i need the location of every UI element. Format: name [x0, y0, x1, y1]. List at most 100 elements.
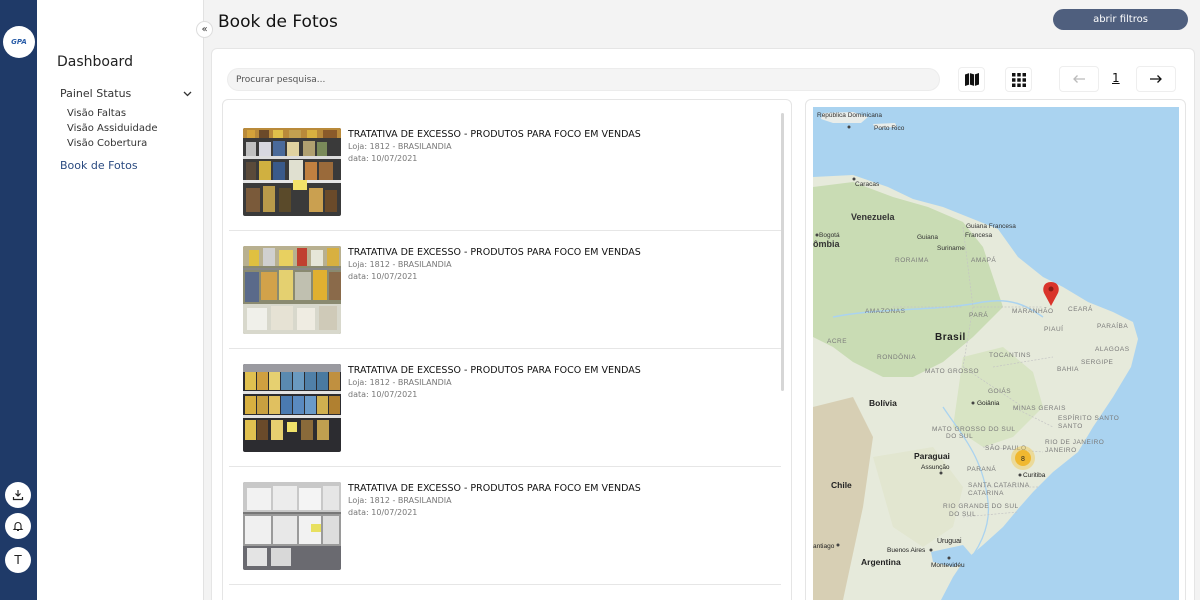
sidebar-group-label: Painel Status	[60, 87, 132, 100]
map-label-rondonia: RONDÔNIA	[877, 352, 916, 361]
map-label-piaui: PIAUÍ	[1044, 324, 1063, 333]
map-label-paraguai: Paraguai	[914, 451, 950, 461]
avatar-initial: T	[14, 553, 22, 567]
map-label-mato-grosso: MATO GROSSO	[925, 368, 979, 375]
map-label-bogota: Bogotá	[819, 232, 840, 239]
download-button[interactable]	[5, 482, 31, 508]
map-label-caracas: Caracas	[855, 181, 880, 188]
map-label-porto-rico: Porto Rico	[874, 125, 905, 132]
next-page-button[interactable]	[1136, 66, 1176, 92]
map-label-buenos-aires: Buenos Aires	[887, 547, 926, 554]
map-label-curitiba: Curitiba	[1023, 472, 1046, 479]
collapse-sidebar-button[interactable]: «	[196, 21, 213, 38]
map-label-ms: MATO GROSSO DO SUL	[932, 426, 1016, 433]
arrow-left-icon	[1073, 75, 1085, 83]
gpa-logo[interactable]: GPA	[3, 26, 35, 58]
item-store: Loja: 1812 - BRASILANDIA	[348, 142, 452, 151]
item-date: data: 10/07/2021	[348, 272, 418, 281]
photo-list-item[interactable]: TRATATIVA DE EXCESSO - PRODUTOS PARA FOC…	[229, 349, 781, 467]
photo-list-item[interactable]: TRATATIVA DE EXCESSO - PRODUTOS PARA FOC…	[229, 467, 781, 585]
map-view[interactable]: República Dominicana Porto Rico Caracas …	[813, 107, 1179, 600]
map-label-rio: RIO DE JANEIRO	[1045, 439, 1104, 446]
list-scrollbar[interactable]	[781, 113, 784, 391]
sidebar-group-painel-status[interactable]: Painel Status	[60, 87, 192, 100]
open-filters-button[interactable]: abrir filtros	[1053, 9, 1188, 30]
map-icon	[964, 73, 979, 86]
item-date: data: 10/07/2021	[348, 508, 418, 517]
svg-text:DO SUL: DO SUL	[946, 433, 973, 440]
map-label-maranhao: MARANHÃO	[1012, 306, 1054, 315]
item-title: TRATATIVA DE EXCESSO - PRODUTOS PARA FOC…	[348, 247, 641, 258]
map-label-goiania: Goiânia	[977, 400, 1000, 407]
map-label-bolivia: Bolívia	[869, 398, 897, 408]
map-label-roraima: RORAIMA	[895, 257, 929, 264]
map-label-paraiba: PARAÍBA	[1097, 321, 1128, 330]
map-label-bahia: BAHIA	[1057, 366, 1079, 373]
map-label-espirito: ESPÍRITO SANTO	[1058, 413, 1119, 422]
photo-list-item[interactable]: TRATATIVA DE EXCESSO - PRODUTOS PARA FOC…	[229, 231, 781, 349]
page-title: Book de Fotos	[218, 12, 338, 32]
map-label-santiago: antiago	[813, 543, 835, 550]
item-date: data: 10/07/2021	[348, 154, 418, 163]
previous-page-button[interactable]	[1059, 66, 1099, 92]
chevron-down-icon	[183, 91, 192, 96]
map-label-guiana: Guiana	[917, 234, 938, 241]
map-label-tocantins: TOCANTINS	[989, 352, 1031, 359]
double-chevron-left-icon: «	[201, 24, 208, 35]
svg-text:CATARINA: CATARINA	[968, 490, 1004, 497]
item-date: data: 10/07/2021	[348, 390, 418, 399]
arrow-right-icon	[1150, 75, 1162, 83]
item-title: TRATATIVA DE EXCESSO - PRODUTOS PARA FOC…	[348, 365, 641, 376]
svg-text:JANEIRO: JANEIRO	[1045, 447, 1077, 454]
map-label-goias: GOIÁS	[988, 386, 1011, 395]
item-title: TRATATIVA DE EXCESSO - PRODUTOS PARA FOC…	[348, 483, 641, 494]
svg-text:Francesa: Francesa	[965, 232, 992, 239]
item-store: Loja: 1812 - BRASILANDIA	[348, 260, 452, 269]
page-number: 1	[1112, 71, 1120, 85]
user-avatar[interactable]: T	[5, 547, 31, 573]
map-label-amapa: AMAPÁ	[971, 255, 996, 264]
app-rail: GPA T	[0, 0, 37, 600]
map-label-guiana-fr: Guiana Francesa	[966, 223, 1016, 230]
map-label-amazonas: AMAZONAS	[865, 308, 906, 315]
map-cluster[interactable]: 8	[1011, 446, 1035, 470]
photo-thumbnail[interactable]	[243, 246, 341, 334]
map-label-alagoas: ALAGOAS	[1095, 346, 1130, 353]
map-label-montevideu: Montevidéu	[931, 562, 965, 569]
map-label-uruguai: Uruguai	[937, 538, 962, 545]
sidebar-item-book-de-fotos[interactable]: Book de Fotos	[60, 159, 138, 172]
map-label-rep-dom: República Dominicana	[817, 112, 882, 119]
map-label-rs: RIO GRANDE DO SUL	[943, 503, 1019, 510]
map-label-minas: MINAS GERAIS	[1013, 405, 1066, 412]
item-store: Loja: 1812 - BRASILANDIA	[348, 378, 452, 387]
sidebar-heading: Dashboard	[57, 54, 133, 70]
search-input[interactable]	[227, 68, 940, 91]
cluster-count: 8	[1021, 456, 1025, 463]
map-label-argentina: Argentina	[861, 557, 901, 567]
svg-text:DO SUL: DO SUL	[949, 511, 976, 518]
logo-text: GPA	[11, 38, 27, 46]
sidebar-item-visao-cobertura[interactable]: Visão Cobertura	[67, 138, 147, 149]
map-view-button[interactable]	[958, 67, 985, 92]
bell-icon	[12, 522, 24, 532]
photo-thumbnail[interactable]	[243, 364, 341, 452]
sidebar-item-visao-assiduidade[interactable]: Visão Assiduidade	[67, 123, 158, 134]
map-label-brasil: Brasil	[935, 332, 966, 343]
map-label-assuncao: Assunção	[921, 464, 950, 471]
map-label-para: PARÁ	[969, 310, 988, 319]
map-label-venezuela: Venezuela	[851, 212, 896, 222]
map-label-acre: ACRE	[827, 338, 847, 345]
photo-thumbnail[interactable]	[243, 128, 341, 216]
download-icon	[12, 490, 24, 501]
item-title: TRATATIVA DE EXCESSO - PRODUTOS PARA FOC…	[348, 129, 641, 140]
map-label-suriname: Suriname	[937, 245, 965, 252]
notifications-button[interactable]	[5, 513, 31, 539]
svg-text:SANTO: SANTO	[1058, 423, 1083, 430]
item-store: Loja: 1812 - BRASILANDIA	[348, 496, 452, 505]
grid-view-button[interactable]	[1005, 67, 1032, 92]
map-label-parana: PARANÁ	[967, 464, 996, 473]
map-label-ceara: CEARÁ	[1068, 304, 1093, 313]
photo-thumbnail[interactable]	[243, 482, 341, 570]
sidebar-item-visao-faltas[interactable]: Visão Faltas	[67, 108, 126, 119]
photo-list-item[interactable]: TRATATIVA DE EXCESSO - PRODUTOS PARA FOC…	[229, 113, 781, 231]
